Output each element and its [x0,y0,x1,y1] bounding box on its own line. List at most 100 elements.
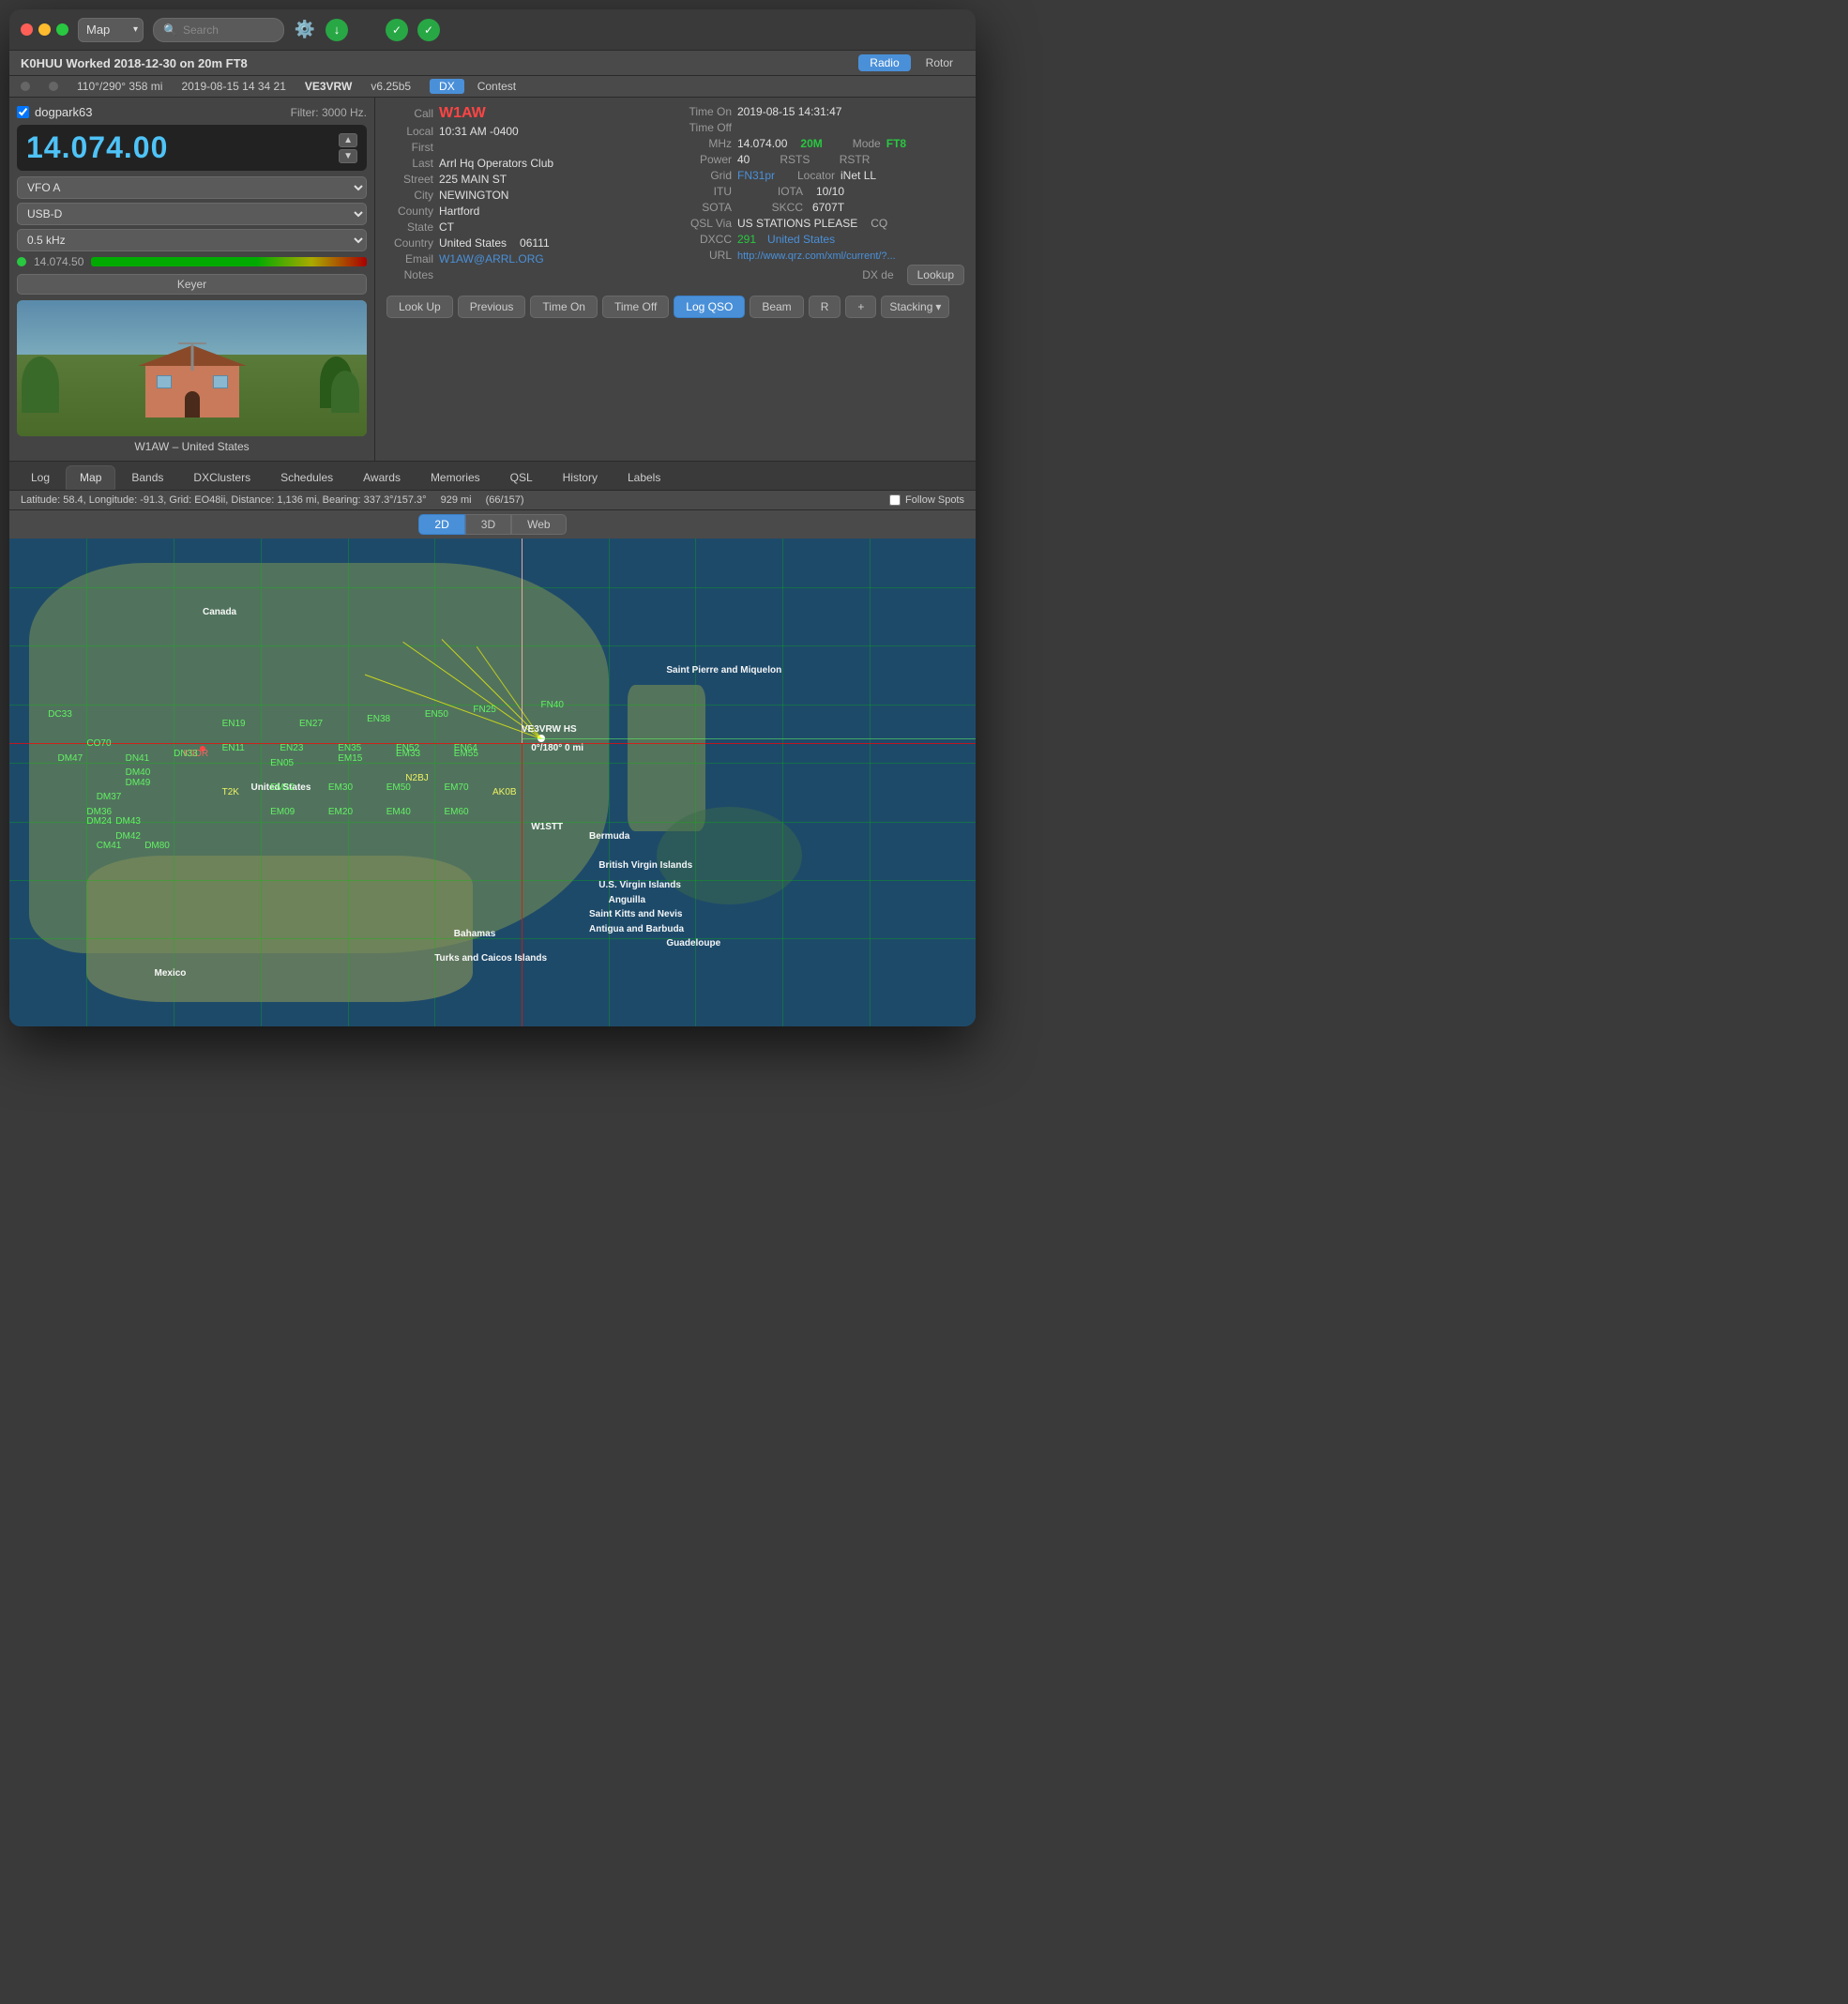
tab-schedules[interactable]: Schedules [266,465,347,490]
red-line-horizontal [9,743,976,744]
tab-memories[interactable]: Memories [417,465,494,490]
grid-v-1 [86,539,87,1026]
log-qso-button[interactable]: Log QSO [674,296,745,318]
titlebar: Map 🔍 Search ⚙️ ↓ ✓ ✓ [9,9,976,51]
city-value: NEWINGTON [439,189,508,202]
download-icon[interactable]: ↓ [326,19,348,41]
search-placeholder: Search [183,23,219,37]
previous-button[interactable]: Previous [458,296,526,318]
plus-button[interactable]: + [845,296,876,318]
stacking-button[interactable]: Stacking ▾ [881,296,949,318]
freq-display: 14.074.00 ▲ ▼ [17,125,367,171]
qsl-via-value: US STATIONS PLEASE [737,217,857,230]
callsign-value: W1AW [439,105,486,122]
iota-label: IOTA [756,185,803,198]
dxcc-value: 291 [737,233,756,246]
search-bar[interactable]: 🔍 Search [153,18,284,42]
follow-spots-checkbox[interactable] [889,494,901,506]
close-button[interactable] [21,23,33,36]
right-panel: Call W1AW Local 10:31 AM -0400 First Las… [375,98,976,461]
first-label: First [386,141,433,154]
itu-label: ITU [685,185,732,198]
app-window: Map 🔍 Search ⚙️ ↓ ✓ ✓ K0HUU Worked 2018-… [9,9,976,1026]
main-content: dogpark63 Filter: 3000 Hz. 14.074.00 ▲ ▼… [9,98,976,461]
left-fields: Call W1AW Local 10:31 AM -0400 First Las… [386,105,666,284]
tab-dx[interactable]: DX [430,79,464,94]
search-icon: 🔍 [163,23,177,37]
freq-down-button[interactable]: ▼ [339,149,357,163]
skcc-label: SKCC [756,201,803,214]
tab-history[interactable]: History [549,465,612,490]
beam-button[interactable]: Beam [750,296,803,318]
follow-spots-label: Follow Spots [905,494,964,506]
local-row: Local 10:31 AM -0400 [386,125,666,138]
maximize-button[interactable] [56,23,68,36]
tab-rotor[interactable]: Rotor [915,54,964,71]
county-label: County [386,205,433,218]
score-display: (66/157) [486,494,524,506]
country-value: United States [439,236,507,250]
tab-qsl[interactable]: QSL [496,465,547,490]
settings-icon[interactable]: ⚙️ [294,19,316,41]
call-label: Call [386,107,433,120]
grid-row: Grid FN31pr Locator iNet LL [685,169,964,182]
map-web-tab[interactable]: Web [511,514,566,535]
map-area[interactable]: Canada Saint Pierre and Miquelon VE3VRW … [9,539,976,1026]
notes-row: Notes [386,268,666,281]
tab-map[interactable]: Map [66,465,115,490]
tab-radio[interactable]: Radio [858,54,910,71]
vfo-select[interactable]: VFO A [17,176,367,199]
time-off-button[interactable]: Time Off [602,296,669,318]
check-icon-1[interactable]: ✓ [386,19,408,41]
tab-contest[interactable]: Contest [468,79,525,94]
tab-labels[interactable]: Labels [613,465,674,490]
url-label: URL [685,249,732,262]
county-value: Hartford [439,205,479,218]
station-image [17,300,367,436]
street-label: Street [386,173,433,186]
map-dropdown[interactable]: Map [78,18,144,42]
rsts-label: RSTS [763,153,810,166]
last-label: Last [386,157,433,170]
url-value[interactable]: http://www.qrz.com/xml/current/?... [737,250,896,262]
grid-v-9 [782,539,783,1026]
freq-up-button[interactable]: ▲ [339,133,357,147]
station-checkbox[interactable] [17,106,29,118]
tab-awards[interactable]: Awards [349,465,415,490]
city-label: City [386,189,433,202]
tab-log[interactable]: Log [17,465,64,490]
skcc-value: 6707T [812,201,844,214]
time-off-label: Time Off [685,121,732,134]
street-row: Street 225 MAIN ST [386,173,666,186]
lookup-button[interactable]: Lookup [907,265,964,285]
info-bar: K0HUU Worked 2018-12-30 on 20m FT8 Radio… [9,51,976,76]
map-2d-tab[interactable]: 2D [418,514,464,535]
grid-label: Grid [685,169,732,182]
tab-dxclusters[interactable]: DXClusters [179,465,265,490]
look-up-button[interactable]: Look Up [386,296,453,318]
sota-row: SOTA SKCC 6707T [685,201,964,214]
grid-v-5 [434,539,435,1026]
email-row: Email W1AW@ARRL.ORG [386,252,666,266]
map-3d-tab[interactable]: 3D [465,514,511,535]
radio-rotor-tabs: Radio Rotor [858,54,964,71]
minimize-button[interactable] [38,23,51,36]
notes-label: Notes [386,268,433,281]
time-on-button[interactable]: Time On [530,296,598,318]
station-image-bg [17,300,367,436]
state-label: State [386,220,433,234]
check-icon-2[interactable]: ✓ [417,19,440,41]
country-label: Country [386,236,433,250]
mode-select[interactable]: USB-D [17,203,367,225]
first-row: First [386,141,666,154]
worked-label: K0HUU Worked 2018-12-30 on 20m FT8 [21,56,248,70]
freq-sub-row: 14.074.50 [17,255,367,268]
email-value[interactable]: W1AW@ARRL.ORG [439,252,544,266]
grid-h-5 [9,822,976,823]
step-select[interactable]: 0.5 kHz [17,229,367,251]
tab-bands[interactable]: Bands [117,465,177,490]
keyer-button[interactable]: Keyer [17,274,367,295]
time-on-label: Time On [685,105,732,118]
dxcc-label: DXCC [685,233,732,246]
r-button[interactable]: R [809,296,841,318]
